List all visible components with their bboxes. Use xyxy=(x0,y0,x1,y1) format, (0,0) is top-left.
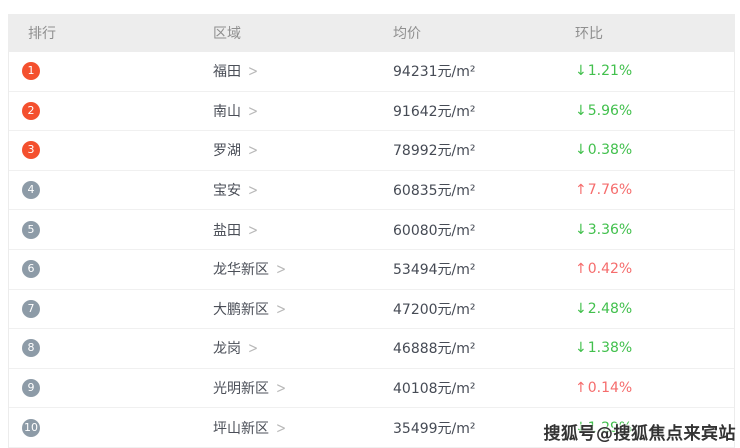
area-link[interactable]: 宝安 > xyxy=(213,180,393,200)
change-value: 7.76% xyxy=(587,182,633,199)
avg-price: 53494元/m² xyxy=(393,262,476,279)
mom-change: ↓3.36% xyxy=(575,222,734,238)
chevron-right-icon: > xyxy=(248,220,259,239)
up-arrow-icon: ↑ xyxy=(575,380,587,397)
area-link[interactable]: 坪山新区 > xyxy=(213,418,393,438)
change-value: 1.21% xyxy=(587,63,633,80)
table-row: 8 龙岗 > 46888元/m² ↓1.38% xyxy=(9,329,734,369)
rank-badge: 9 xyxy=(22,379,40,398)
chevron-right-icon: > xyxy=(248,339,259,358)
header-price: 均价 xyxy=(393,26,421,42)
area-label: 龙岗 xyxy=(213,341,241,358)
area-label: 龙华新区 xyxy=(213,262,269,279)
area-link[interactable]: 罗湖 > xyxy=(213,140,393,160)
chevron-right-icon: > xyxy=(248,62,259,81)
area-link[interactable]: 龙华新区 > xyxy=(213,259,393,279)
ranking-table: 排行 区域 均价 环比 1 福田 > 94231元/m² ↓1.21% 2 南山 >… xyxy=(8,14,735,448)
chevron-right-icon: > xyxy=(248,181,259,199)
avg-price: 60080元/m² xyxy=(393,222,476,239)
change-value: 0.38% xyxy=(587,142,633,159)
change-value: 5.96% xyxy=(587,102,633,119)
down-arrow-icon: ↓ xyxy=(575,142,587,159)
chevron-right-icon: > xyxy=(276,418,287,437)
mom-change: ↑0.14% xyxy=(575,380,734,396)
area-label: 南山 xyxy=(213,103,241,120)
area-link[interactable]: 龙岗 > xyxy=(213,338,393,358)
area-link[interactable]: 盐田 > xyxy=(213,220,393,240)
up-arrow-icon: ↑ xyxy=(575,182,587,199)
table-row: 6 龙华新区 > 53494元/m² ↑0.42% xyxy=(9,249,734,290)
rank-badge: 1 xyxy=(22,62,40,81)
change-value: 0.42% xyxy=(587,261,633,278)
change-value: 1.38% xyxy=(587,340,633,357)
down-arrow-icon: ↓ xyxy=(575,221,587,238)
down-arrow-icon: ↓ xyxy=(575,102,587,119)
down-arrow-icon: ↓ xyxy=(575,63,587,80)
down-arrow-icon: ↓ xyxy=(575,300,587,317)
avg-price: 78992元/m² xyxy=(393,143,476,160)
rank-badge: 8 xyxy=(22,339,40,358)
rank-badge: 6 xyxy=(22,260,40,279)
table-row: 7 大鹏新区 > 47200元/m² ↓2.48% xyxy=(9,289,734,330)
rank-badge: 5 xyxy=(22,220,40,239)
mom-change: ↑0.42% xyxy=(575,261,734,277)
mom-change: ↓1.38% xyxy=(575,340,734,356)
avg-price: 47200元/m² xyxy=(393,301,476,318)
rank-badge: 2 xyxy=(22,101,40,120)
rank-badge: 10 xyxy=(22,418,40,437)
header-area: 区域 xyxy=(213,26,241,42)
down-arrow-icon: ↓ xyxy=(575,340,587,357)
mom-change: ↓5.96% xyxy=(575,103,734,119)
mom-change: ↓0.38% xyxy=(575,142,734,158)
area-label: 坪山新区 xyxy=(213,420,269,437)
mom-change: ↓1.21% xyxy=(575,63,734,79)
chevron-right-icon: > xyxy=(248,102,259,120)
avg-price: 91642元/m² xyxy=(393,103,476,120)
rank-badge: 3 xyxy=(22,141,40,160)
change-value: 0.14% xyxy=(587,380,633,397)
sohu-watermark: 搜狐号@搜狐焦点来宾站 xyxy=(543,424,736,444)
area-label: 福田 xyxy=(213,64,241,81)
mom-change: ↓2.48% xyxy=(575,301,734,317)
area-label: 光明新区 xyxy=(213,381,269,398)
table-row: 5 盐田 > 60080元/m² ↓3.36% xyxy=(9,210,734,250)
area-label: 大鹏新区 xyxy=(213,301,269,318)
header-change: 环比 xyxy=(575,26,603,42)
table-row: 9 光明新区 > 40108元/m² ↑0.14% xyxy=(9,368,734,409)
area-label: 罗湖 xyxy=(213,143,241,160)
area-label: 盐田 xyxy=(213,222,241,239)
rank-badge: 4 xyxy=(22,181,40,200)
avg-price: 46888元/m² xyxy=(393,341,476,358)
change-value: 3.36% xyxy=(587,221,633,238)
chevron-right-icon: > xyxy=(276,260,287,279)
table-body: 1 福田 > 94231元/m² ↓1.21% 2 南山 > 91642元/m² ↓… xyxy=(8,52,735,448)
avg-price: 60835元/m² xyxy=(393,183,476,200)
area-link[interactable]: 福田 > xyxy=(213,61,393,81)
area-link[interactable]: 光明新区 > xyxy=(213,378,393,398)
chevron-right-icon: > xyxy=(276,300,287,318)
avg-price: 40108元/m² xyxy=(393,381,476,398)
header-rank: 排行 xyxy=(28,26,56,42)
table-row: 1 福田 > 94231元/m² ↓1.21% xyxy=(9,52,734,92)
table-row: 3 罗湖 > 78992元/m² ↓0.38% xyxy=(9,131,734,171)
mom-change: ↑7.76% xyxy=(575,182,734,198)
table-row: 2 南山 > 91642元/m² ↓5.96% xyxy=(9,91,734,132)
area-link[interactable]: 大鹏新区 > xyxy=(213,299,393,319)
change-value: 2.48% xyxy=(587,300,633,317)
area-link[interactable]: 南山 > xyxy=(213,101,393,121)
chevron-right-icon: > xyxy=(276,379,287,397)
chevron-right-icon: > xyxy=(248,141,259,160)
area-label: 宝安 xyxy=(213,183,241,200)
table-row: 4 宝安 > 60835元/m² ↑7.76% xyxy=(9,170,734,211)
avg-price: 94231元/m² xyxy=(393,64,476,81)
table-header-row: 排行 区域 均价 环比 xyxy=(8,14,735,52)
up-arrow-icon: ↑ xyxy=(575,261,587,278)
rank-badge: 7 xyxy=(22,299,40,318)
